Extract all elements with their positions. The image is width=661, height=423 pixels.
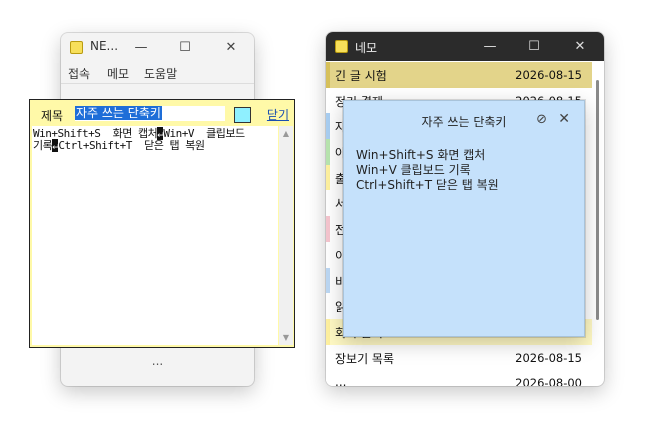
memo-row-title: ... [335, 375, 347, 386]
color-swatch-button[interactable] [234, 107, 251, 123]
editor-scrollbar[interactable]: ▲ ▼ [279, 126, 293, 345]
memo-list-row[interactable]: 장보기 목록 2026-08-15 [326, 344, 592, 371]
memo-row-title: 장보기 목록 [335, 351, 395, 366]
close-link[interactable]: 닫기 [267, 106, 289, 123]
popup-line: Win+Shift+S 화면 캡처 [356, 148, 486, 162]
title-input[interactable]: 자주 쓰는 단축키 [75, 106, 225, 121]
scrollbar-thumb[interactable] [596, 80, 599, 320]
menu-bar: 접속 메모 도움말 [61, 63, 254, 83]
popup-line: Win+V 클립보드 기록 [356, 163, 471, 177]
close-button[interactable]: ✕ [563, 32, 597, 61]
memo-row-title: 긴 글 시험 [335, 69, 387, 83]
memo-list-row[interactable]: 긴 글 시험 2026-08-15 [326, 62, 592, 88]
memo-list-row[interactable]: ... 2026-08-00 [326, 370, 592, 386]
back-window-title: NE... [90, 39, 119, 53]
menu-help[interactable]: 도움말 [144, 65, 177, 82]
footer-ellipsis: ... [151, 354, 164, 368]
shortcut-popup: 자주 쓰는 단축키 ⊘ ✕ Win+Shift+S 화면 캡처 Win+V 클립… [343, 100, 585, 337]
scroll-up-icon[interactable]: ▲ [279, 129, 293, 138]
memo-window-titlebar[interactable]: 네모 — ☐ ✕ [326, 32, 604, 61]
maximize-button[interactable]: ☐ [517, 32, 551, 61]
note-app-icon [335, 40, 348, 53]
scroll-down-icon[interactable]: ▼ [279, 333, 293, 342]
back-window-titlebar[interactable]: NE... — ☐ ✕ [61, 33, 254, 61]
popup-body: Win+Shift+S 화면 캡처 Win+V 클립보드 기록 Ctrl+Shi… [356, 148, 499, 193]
memo-row-date: 2026-08-00 [515, 376, 582, 386]
popup-line: Ctrl+Shift+T 닫은 탭 복원 [356, 178, 499, 192]
note-app-icon [70, 41, 83, 54]
title-label: 제목 [41, 109, 64, 123]
unpin-icon[interactable]: ⊘ [536, 112, 547, 127]
memo-list-scrollbar[interactable] [595, 66, 601, 380]
memo-window-title: 네모 [355, 41, 378, 55]
memo-row-date: 2026-08-15 [515, 68, 582, 82]
minimize-button[interactable]: — [473, 32, 507, 61]
close-icon[interactable]: ✕ [558, 111, 570, 127]
minimize-button[interactable]: — [124, 33, 158, 61]
popup-title: 자주 쓰는 단축키 [421, 115, 507, 129]
title-input-selection: 자주 쓰는 단축키 [75, 106, 162, 120]
close-button[interactable]: ✕ [214, 33, 248, 61]
memo-row-date: 2026-08-15 [515, 350, 582, 365]
memo-editor-window: 제목 자주 쓰는 단축키 닫기 Win+Shift+S 화면 캡처↵Win+V … [29, 99, 295, 348]
menu-connect[interactable]: 접속 [68, 65, 90, 82]
menu-memo[interactable]: 메모 [107, 65, 129, 82]
maximize-button[interactable]: ☐ [168, 33, 202, 61]
memo-text-area[interactable]: Win+Shift+S 화면 캡처↵Win+V 클립보드 기록↵Ctrl+Shi… [32, 126, 278, 345]
text-line: 기록↵Ctrl+Shift+T 닫은 탭 복원 [33, 139, 205, 152]
